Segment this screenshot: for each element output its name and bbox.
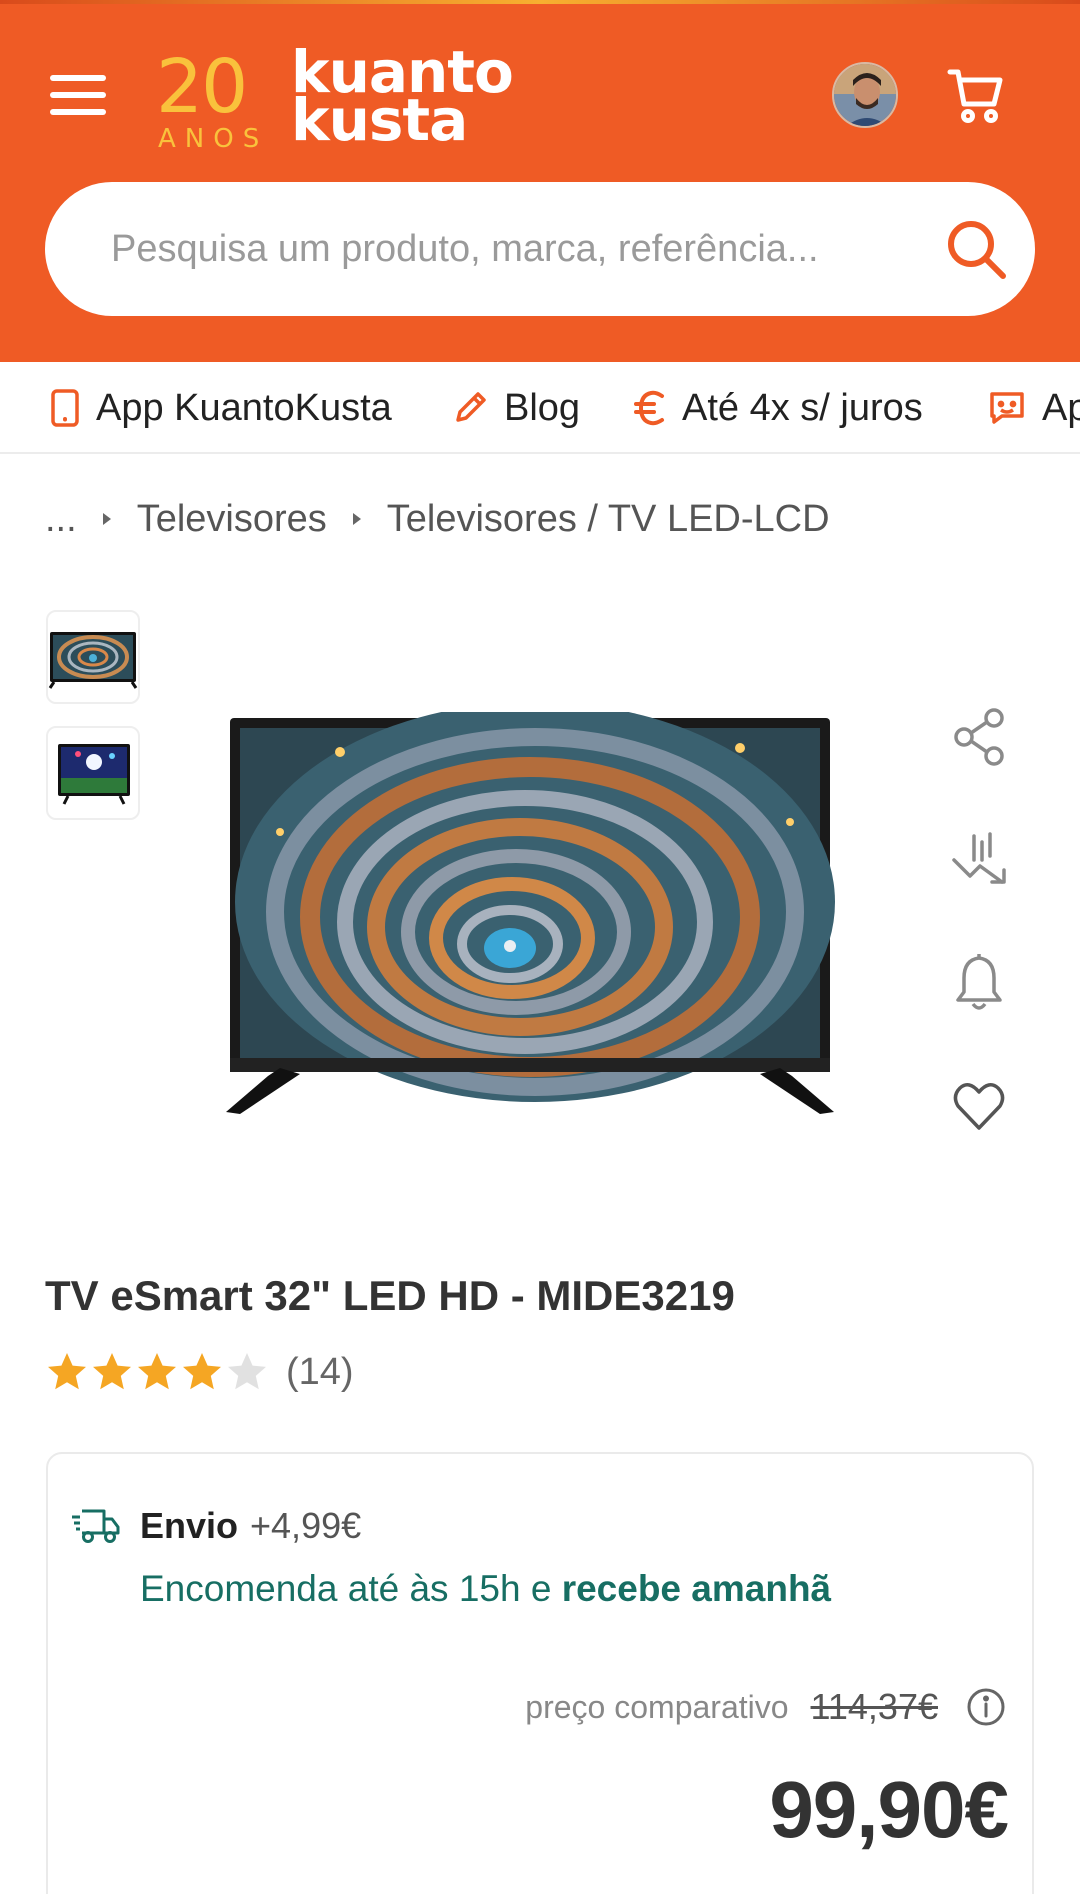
delivery-prefix: Encomenda até às 15h e — [140, 1568, 562, 1609]
bell-alert-icon[interactable] — [950, 952, 1008, 1014]
chat-icon — [990, 392, 1024, 424]
breadcrumb-item-tv-led-lcd[interactable]: Televisores / TV LED-LCD — [387, 498, 830, 541]
info-icon[interactable] — [966, 1687, 1006, 1727]
search-input[interactable] — [111, 212, 911, 286]
product-thumbnail-1[interactable] — [46, 610, 140, 704]
star-empty-icon — [228, 1353, 266, 1390]
star-filled-icon — [183, 1353, 221, 1390]
breadcrumb-item-televisores[interactable]: Televisores — [137, 498, 327, 541]
quicklink-installments[interactable]: Até 4x s/ juros — [634, 382, 923, 434]
quicklink-app-label: App KuantoKusta — [96, 386, 392, 429]
euro-icon — [634, 390, 664, 426]
share-icon[interactable] — [950, 706, 1008, 768]
product-title: TV eSmart 32" LED HD - MIDE3219 — [45, 1272, 735, 1319]
breadcrumb-ellipsis[interactable]: ... — [45, 498, 77, 541]
shipping-row: Envio +4,99€ — [70, 1502, 361, 1550]
delivery-estimate: Encomenda até às 15h e recebe amanhã — [140, 1568, 831, 1610]
product-thumbnail-2[interactable] — [46, 726, 140, 820]
old-price: 114,37€ — [810, 1686, 938, 1727]
logo-kusta-text: kusta — [291, 86, 468, 154]
offer-card: Envio +4,99€ Encomenda até às 15h e rece… — [46, 1452, 1034, 1894]
logo-anos-text: ANOS — [158, 124, 269, 154]
delivery-truck-icon — [72, 1509, 120, 1543]
quicklink-installments-label: Até 4x s/ juros — [682, 386, 923, 429]
quicklink-app[interactable]: App KuantoKusta — [50, 382, 392, 434]
rating-stars — [45, 1350, 270, 1394]
quicklink-blog-label: Blog — [504, 386, 581, 429]
star-filled-icon — [93, 1353, 131, 1390]
quicklink-app-help[interactable]: Ap — [988, 382, 1080, 434]
delivery-bold: recebe amanhã — [561, 1568, 832, 1609]
product-main-image[interactable] — [220, 702, 840, 1122]
price-history-icon[interactable] — [950, 830, 1008, 892]
comparative-price-row: preço comparativo 114,37€ — [525, 1682, 1006, 1732]
search-bar — [45, 182, 1035, 316]
quick-links-bar: App KuantoKusta Blog Até 4x s/ juros Ap — [0, 362, 1080, 454]
heart-favorite-icon[interactable] — [950, 1076, 1008, 1138]
comparative-price-label: preço comparativo — [525, 1688, 789, 1725]
product-rating[interactable]: (14) — [45, 1348, 354, 1396]
current-price: 99,90€ — [769, 1765, 1009, 1854]
pencil-icon — [456, 392, 486, 422]
shopping-cart-icon[interactable] — [946, 66, 1006, 126]
hamburger-menu-icon[interactable] — [50, 75, 106, 119]
breadcrumb-separator — [102, 513, 111, 525]
breadcrumb: ... Televisores Televisores / TV LED-LCD — [45, 492, 830, 546]
star-filled-icon — [48, 1353, 86, 1390]
phone-icon — [51, 389, 79, 427]
site-header: 20 ANOS kuanto kusta — [0, 0, 1080, 362]
star-filled-icon — [138, 1353, 176, 1390]
quicklink-app-help-label: Ap — [1042, 386, 1080, 429]
shipping-price: +4,99€ — [250, 1505, 362, 1546]
top-accent-line — [0, 0, 1080, 4]
user-avatar[interactable] — [832, 62, 898, 128]
rating-count: (14) — [286, 1350, 354, 1393]
breadcrumb-separator — [352, 513, 361, 525]
quicklink-blog[interactable]: Blog — [452, 382, 580, 434]
kuantokusta-logo[interactable]: 20 ANOS kuanto kusta — [156, 38, 556, 154]
shipping-label: Envio — [140, 1505, 239, 1546]
search-icon[interactable] — [941, 214, 1011, 284]
logo-20-text: 20 — [156, 44, 248, 130]
